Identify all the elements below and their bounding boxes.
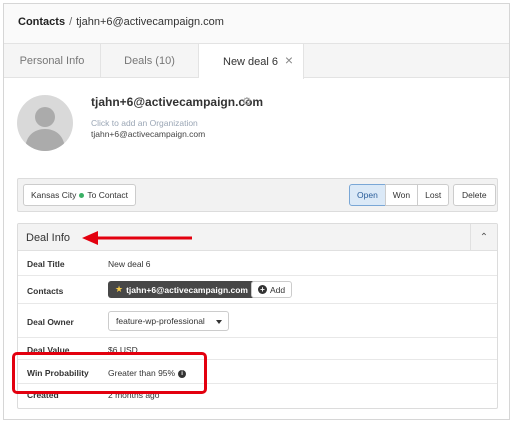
annotation-arrow (82, 231, 192, 245)
close-icon[interactable]: × (285, 53, 293, 67)
status-won-button[interactable]: Won (384, 184, 419, 206)
avatar (17, 95, 73, 151)
deal-stage-bar: Kansas City To Contact Open Won Lost Del… (17, 178, 498, 212)
contact-tag[interactable]: ★ tjahn+6@activecampaign.com (108, 281, 255, 298)
row-label: Deal Owner (27, 317, 74, 327)
annotation-highlight-box (12, 352, 207, 394)
add-label: Add (270, 284, 286, 295)
row-label: Deal Title (27, 259, 65, 269)
row-deal-title: Deal Title New deal 6 (18, 251, 497, 276)
person-silhouette-icon (25, 107, 65, 151)
pipeline-name: Kansas City (31, 190, 77, 200)
contacts-value: ★ tjahn+6@activecampaign.com + Add (108, 281, 293, 298)
contact-deal-window: Contacts / tjahn+6@activecampaign.com Pers… (3, 3, 510, 420)
deal-owner-select[interactable]: feature-wp-professional (108, 311, 229, 331)
tab-deals[interactable]: Deals (10) (101, 44, 199, 78)
row-deal-owner: Deal Owner feature-wp-professional (18, 304, 497, 338)
breadcrumb-current: tjahn+6@activecampaign.com (76, 16, 224, 28)
delete-button[interactable]: Delete (453, 184, 496, 206)
deal-status-group: Open Won Lost (349, 184, 450, 206)
deal-title-value[interactable]: New deal 6 (108, 259, 151, 269)
row-label: Contacts (27, 286, 64, 296)
pipeline-stage-button[interactable]: Kansas City To Contact (23, 184, 136, 206)
breadcrumb-separator: / (69, 16, 73, 28)
breadcrumb: Contacts / tjahn+6@activecampaign.com (4, 4, 509, 44)
plus-circle-icon: + (258, 285, 267, 294)
owner-value: feature-wp-professional (108, 311, 229, 331)
contact-email-title: tjahn+6@activecampaign.com (91, 95, 264, 109)
stage-dot-icon (79, 192, 85, 198)
row-contacts: Contacts ★ tjahn+6@activecampaign.com + … (18, 276, 497, 304)
add-organization-link[interactable]: Click to add an Organization (91, 118, 198, 128)
status-open-button[interactable]: Open (349, 184, 386, 206)
breadcrumb-contacts-link[interactable]: Contacts (18, 16, 65, 28)
star-icon: ★ (115, 284, 124, 294)
stage-name: To Contact (87, 190, 128, 200)
tab-new-deal-label: New deal 6 (223, 55, 279, 68)
status-lost-button[interactable]: Lost (417, 184, 450, 206)
contact-email-subtitle: tjahn+6@activecampaign.com (91, 129, 206, 139)
owner-select-value: feature-wp-professional (116, 316, 205, 326)
contact-tag-label: tjahn+6@activecampaign.com (126, 284, 248, 295)
tab-bar: Personal Info Deals (10) New deal 6 × (4, 44, 509, 79)
caret-down-icon (216, 320, 222, 324)
add-contact-button[interactable]: + Add (251, 281, 293, 298)
panel-title: Deal Info (26, 232, 71, 244)
gear-icon[interactable]: ⚙ (242, 95, 252, 108)
tab-personal-info[interactable]: Personal Info (4, 44, 101, 78)
chevron-up-icon[interactable]: ⌃ (470, 224, 497, 251)
tab-new-deal[interactable]: New deal 6 × (199, 44, 304, 79)
